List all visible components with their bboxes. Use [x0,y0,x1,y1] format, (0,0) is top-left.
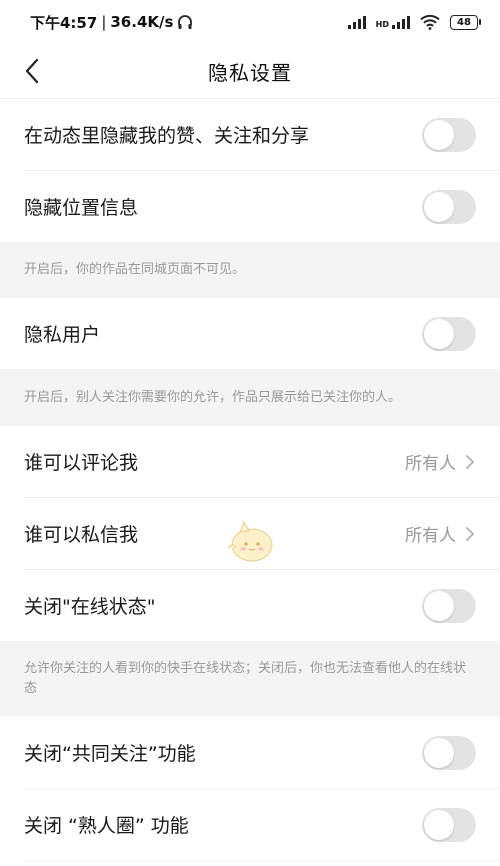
setting-label: 谁可以私信我 [24,524,139,546]
status-bar: 下午4:57 | 36.4K/s HD 48 [0,0,500,44]
toggle-knob [424,737,454,768]
value-wrap: 所有人 [405,449,476,474]
toggle-knob [424,809,454,840]
toggle-knob [424,119,454,150]
setting-label: 在动态里隐藏我的赞、关注和分享 [24,125,310,147]
hide-location-toggle[interactable] [422,189,476,224]
setting-who-can-comment[interactable]: 谁可以评论我 所有人 [0,426,500,497]
online-status-description: 允许你关注的人看到你的快手在线状态；关闭后，你也无法查看他人的在线状态 [0,641,500,717]
chevron-right-icon [466,526,474,541]
private-user-description: 开启后，别人关注你需要你的允许，作品只展示给已关注你的人。 [0,369,500,426]
setting-label: 关闭“共同关注”功能 [24,743,196,765]
setting-hide-location: 隐藏位置信息 [0,171,500,242]
setting-online-status: 关闭"在线状态" [0,570,500,641]
setting-value: 所有人 [405,454,456,474]
setting-label: 关闭"在线状态" [24,596,156,618]
setting-value: 所有人 [405,526,456,546]
page-title: 隐私设置 [208,60,292,85]
online-status-toggle[interactable] [422,588,476,623]
mascot-icon [227,520,273,562]
setting-label: 隐私用户 [24,324,101,346]
back-arrow-icon[interactable] [18,56,48,86]
wifi-icon [420,14,440,30]
headphones-icon [178,15,193,29]
chevron-right-icon [466,454,474,469]
battery-icon: 48 [450,14,481,30]
divider [24,860,500,861]
toggle-knob [424,590,454,621]
status-separator: | [101,13,107,31]
hd-signal-icon: HD [376,15,410,29]
setting-label: 隐藏位置信息 [24,197,139,219]
battery-level: 48 [457,16,471,28]
hide-likes-toggle[interactable] [422,117,476,152]
mutual-follow-toggle[interactable] [422,735,476,770]
status-time: 下午4:57 [30,13,98,32]
private-user-toggle[interactable] [422,316,476,351]
setting-hide-likes: 在动态里隐藏我的赞、关注和分享 [0,99,500,170]
toggle-knob [424,191,454,222]
status-right: HD 48 [347,14,481,30]
hide-location-description: 开启后，你的作品在同城页面不可见。 [0,242,500,298]
setting-label: 谁可以评论我 [24,452,139,474]
value-wrap: 所有人 [405,521,476,546]
acquaintance-circle-toggle[interactable] [422,807,476,842]
toggle-knob [424,318,454,349]
signal-icon [347,15,366,29]
setting-label: 关闭 “熟人圈” 功能 [24,815,189,837]
status-left: 下午4:57 | 36.4K/s [30,12,193,33]
network-speed: 36.4K/s [110,13,174,31]
setting-acquaintance-circle: 关闭 “熟人圈” 功能 [0,789,500,860]
header: 隐私设置 [0,44,500,99]
setting-private-user: 隐私用户 [0,298,500,369]
setting-mutual-follow: 关闭“共同关注”功能 [0,717,500,788]
